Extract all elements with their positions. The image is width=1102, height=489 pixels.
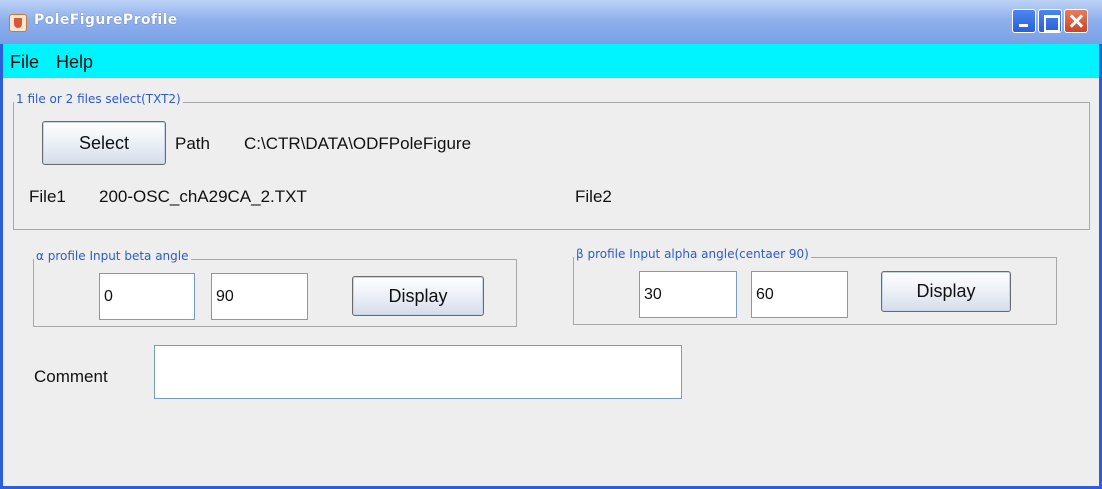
app-window: PoleFigureProfile File Help 1 file or 2 … — [0, 0, 1102, 489]
alpha-beta-start-input[interactable]: 0 — [99, 273, 195, 320]
window-title: PoleFigureProfile — [34, 12, 178, 28]
file-select-group: 1 file or 2 files select(TXT2) — [13, 92, 1090, 230]
path-label: Path — [175, 134, 210, 153]
beta-display-button[interactable]: Display — [881, 271, 1011, 312]
select-button[interactable]: Select — [42, 121, 166, 165]
close-icon[interactable] — [1064, 9, 1088, 33]
beta-alpha-end-input[interactable]: 60 — [751, 271, 848, 318]
java-cup-icon — [9, 14, 27, 32]
alpha-beta-end-input[interactable]: 90 — [211, 273, 308, 320]
comment-field[interactable] — [154, 345, 682, 399]
file1-label: File1 — [29, 187, 66, 206]
maximize-icon[interactable] — [1038, 9, 1062, 33]
alpha-profile-legend: α profile Input beta angle — [34, 249, 191, 263]
path-value: C:\CTR\DATA\ODFPoleFigure — [244, 134, 472, 153]
menu-file[interactable]: File — [10, 52, 39, 73]
menu-help[interactable]: Help — [56, 52, 93, 73]
alpha-display-button[interactable]: Display — [352, 276, 484, 316]
file1-value: 200-OSC_chA29CA_2.TXT — [99, 187, 307, 206]
minimize-icon[interactable] — [1012, 9, 1036, 33]
title-bar[interactable]: PoleFigureProfile — [0, 0, 1102, 44]
menu-bar: File Help — [3, 44, 1099, 78]
beta-profile-legend: β profile Input alpha angle(centaer 90) — [574, 247, 811, 261]
comment-label: Comment — [34, 367, 108, 386]
file-select-legend: 1 file or 2 files select(TXT2) — [14, 92, 183, 106]
file2-label: File2 — [575, 187, 612, 206]
beta-alpha-start-input[interactable]: 30 — [639, 271, 737, 318]
